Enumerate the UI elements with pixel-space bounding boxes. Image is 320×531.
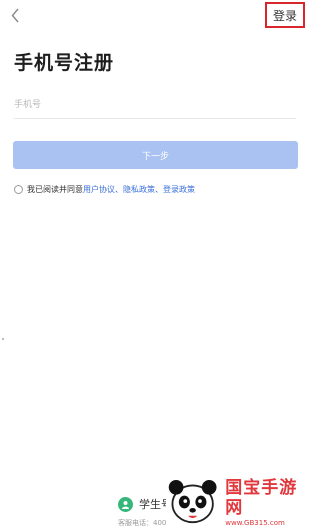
watermark-url: www.GB315.com	[225, 518, 285, 527]
login-label: 登录	[272, 8, 297, 23]
watermark-text-group: 国宝手游网 www.GB315.com	[225, 478, 308, 527]
next-step-label: 下一步	[141, 151, 169, 162]
watermark: 国宝手游网 www.GB315.com	[166, 473, 308, 531]
person-icon	[118, 496, 133, 512]
watermark-title: 国宝手游网	[225, 477, 298, 518]
panda-logo	[168, 479, 217, 524]
privacy-policy-link[interactable]: 隐私政策	[123, 184, 155, 195]
login-button[interactable]: 登录	[265, 2, 305, 28]
phone-input[interactable]	[14, 92, 296, 119]
agreement-radio[interactable]	[14, 184, 23, 194]
agreement-separator: 、	[155, 184, 163, 194]
user-agreement-link[interactable]: 用户协议	[83, 184, 115, 195]
chevron-left-icon	[11, 8, 19, 22]
divider-dot	[2, 338, 4, 340]
login-policy-link[interactable]: 登录政策	[163, 184, 195, 195]
back-button[interactable]	[8, 4, 22, 26]
agreement-prefix: 我已阅读并同意	[27, 184, 83, 194]
agreement-row: 我已阅读并同意 用户协议 、 隐私政策 、 登录政策	[14, 182, 195, 196]
next-step-button[interactable]: 下一步	[13, 141, 298, 169]
agreement-separator: 、	[115, 184, 123, 194]
page-title: 手机号注册	[14, 52, 115, 74]
student-login-option[interactable]: 学生号	[118, 496, 172, 512]
